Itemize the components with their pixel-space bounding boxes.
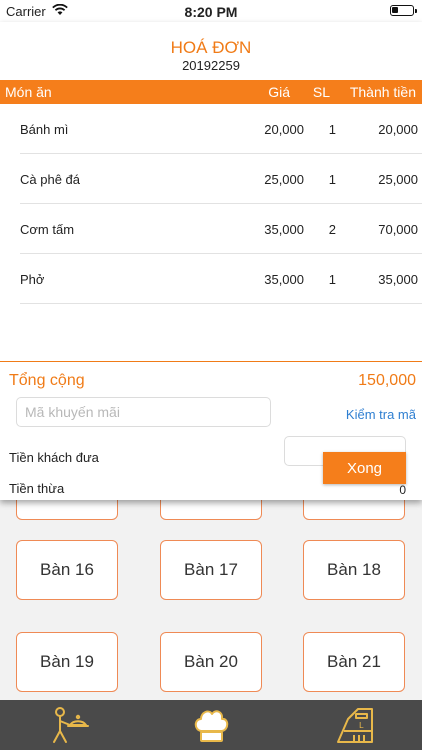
total-value: 150,000 xyxy=(358,372,416,389)
table-row: Phở 35,000 1 35,000 xyxy=(20,254,422,304)
item-price: 25,000 xyxy=(264,172,304,187)
cash-received-label: Tiền khách đưa xyxy=(9,450,99,465)
item-price: 35,000 xyxy=(264,272,304,287)
invoice-summary: Tổng cộng 150,000 Kiểm tra mã Tiền khách… xyxy=(0,361,422,500)
clock: 8:20 PM xyxy=(184,4,238,20)
item-qty: 1 xyxy=(328,172,336,187)
invoice-title: HOÁ ĐƠN xyxy=(170,38,252,57)
tab-bar: L xyxy=(0,700,422,750)
item-total: 25,000 xyxy=(378,172,418,187)
battery-icon xyxy=(390,5,417,16)
table-card[interactable]: Bàn 18 xyxy=(303,540,405,600)
total-label: Tổng cộng xyxy=(9,372,85,389)
invoice-items: Bánh mì 20,000 1 20,000 Cà phê đá 25,000… xyxy=(0,104,422,304)
chef-hat-icon[interactable] xyxy=(190,705,232,745)
table-card[interactable]: Bàn 16 xyxy=(16,540,118,600)
table-card[interactable]: Bàn 17 xyxy=(160,540,262,600)
change-value: 0 xyxy=(399,483,406,497)
item-name: Phở xyxy=(20,272,45,287)
table-card[interactable]: Bàn 20 xyxy=(160,632,262,692)
done-button[interactable]: Xong xyxy=(323,452,406,484)
cash-register-icon[interactable]: L xyxy=(334,705,376,745)
header-qty: SL xyxy=(312,84,330,100)
item-qty: 1 xyxy=(328,272,336,287)
svg-text:L: L xyxy=(359,721,364,730)
table-row: Bánh mì 20,000 1 20,000 xyxy=(20,104,422,154)
invoice-table-header: Món ăn Giá SL Thành tiền xyxy=(0,80,422,104)
change-label: Tiền thừa xyxy=(9,481,65,496)
item-name: Bánh mì xyxy=(20,122,69,137)
item-name: Cơm tấm xyxy=(20,222,75,237)
item-name: Cà phê đá xyxy=(20,172,80,187)
header-total: Thành tiền xyxy=(349,84,416,100)
table-row: Cà phê đá 25,000 1 25,000 xyxy=(20,154,422,204)
invoice-panel: HOÁ ĐƠN 20192259 Món ăn Giá SL Thành tiề… xyxy=(0,22,422,500)
header-name: Món ăn xyxy=(5,84,52,100)
item-total: 70,000 xyxy=(378,222,418,237)
table-card[interactable]: Bàn 21 xyxy=(303,632,405,692)
header-price: Giá xyxy=(268,84,290,100)
item-total: 20,000 xyxy=(378,122,418,137)
item-qty: 1 xyxy=(328,122,336,137)
item-price: 35,000 xyxy=(264,222,304,237)
promo-code-input[interactable] xyxy=(16,397,271,427)
item-qty: 2 xyxy=(328,222,336,237)
tables-grid: Bàn 16 Bàn 17 Bàn 18 Bàn 19 Bàn 20 Bàn 2… xyxy=(0,470,422,700)
invoice-number: 20192259 xyxy=(182,58,240,73)
table-row: Cơm tấm 35,000 2 70,000 xyxy=(20,204,422,254)
table-card[interactable]: Bàn 19 xyxy=(16,632,118,692)
status-bar: Carrier 8:20 PM xyxy=(0,0,422,22)
item-total: 35,000 xyxy=(378,272,418,287)
check-code-link[interactable]: Kiểm tra mã xyxy=(346,407,416,422)
waiter-icon[interactable] xyxy=(48,705,90,745)
item-price: 20,000 xyxy=(264,122,304,137)
